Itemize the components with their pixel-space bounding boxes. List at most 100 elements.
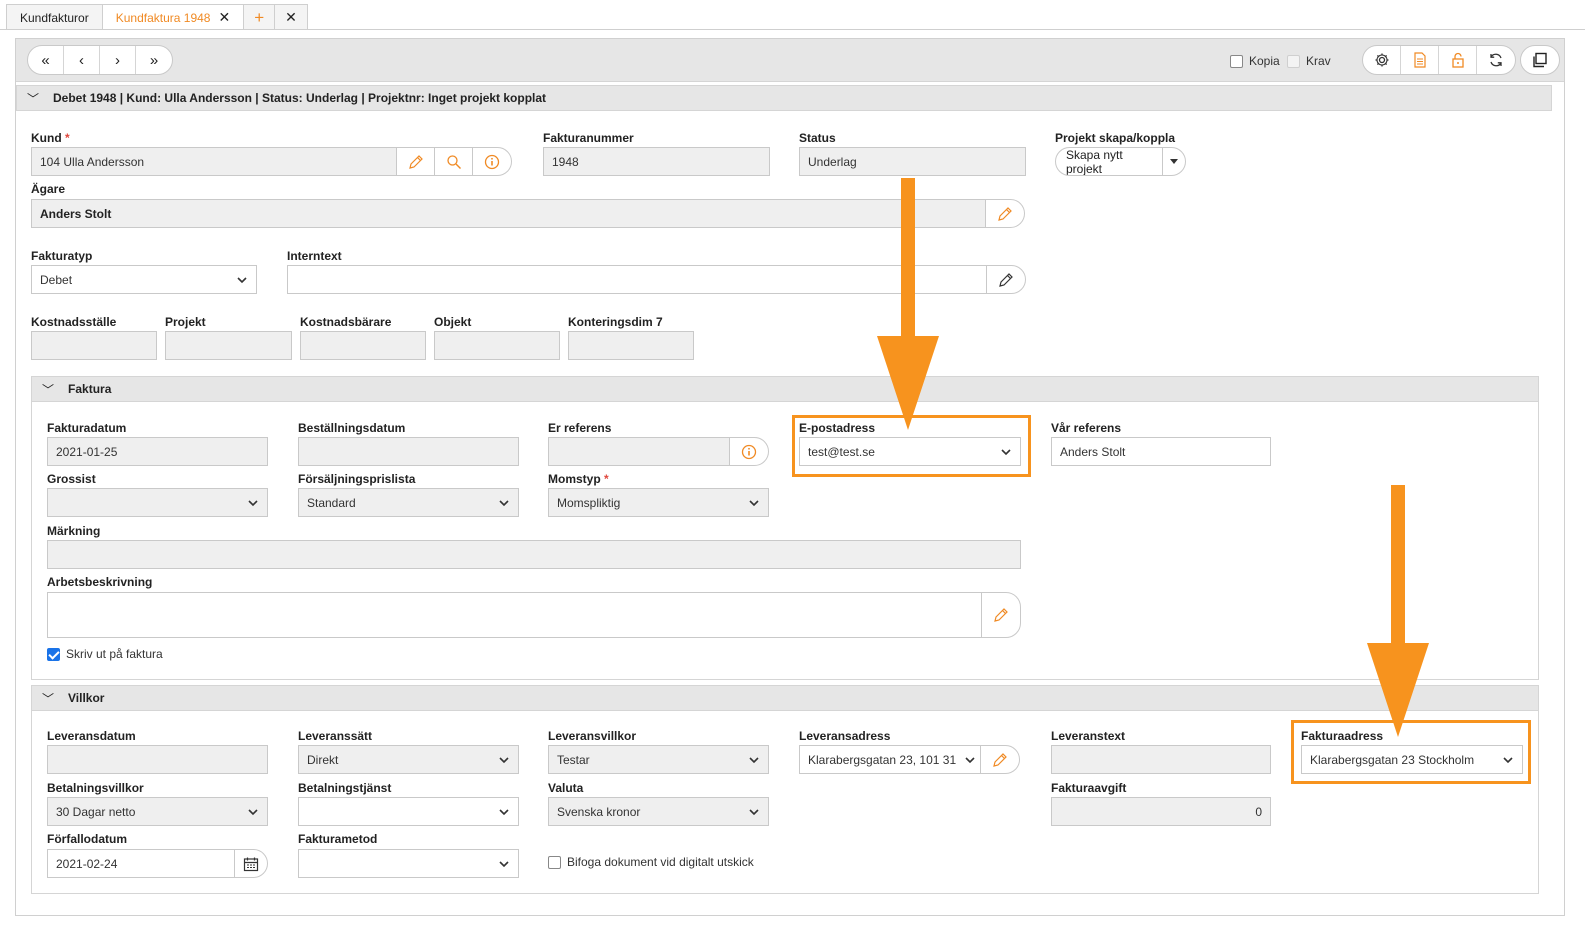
- leveransvillkor-value: Testar: [557, 752, 590, 767]
- betalningsvillkor-label: Betalningsvillkor: [47, 781, 144, 795]
- chevron-down-icon: [499, 500, 509, 507]
- leveranstext-field[interactable]: [1051, 745, 1271, 774]
- edit-arbetsbeskrivning-button[interactable]: [981, 592, 1021, 638]
- add-tab-button[interactable]: +: [243, 4, 276, 30]
- fakturadatum-field[interactable]: 2021-01-25: [47, 437, 268, 466]
- krav-checkbox[interactable]: Krav: [1287, 54, 1331, 68]
- header-title: Debet 1948 | Kund: Ulla Andersson | Stat…: [53, 91, 547, 105]
- momstyp-value: Momspliktig: [557, 495, 621, 510]
- konteringsdim-field[interactable]: [568, 331, 694, 360]
- edit-kund-button[interactable]: [396, 147, 435, 176]
- chevron-down-icon: [248, 500, 258, 507]
- document-icon[interactable]: [1401, 46, 1439, 74]
- fakturadatum-label: Fakturadatum: [47, 421, 127, 435]
- tab-kundfakturor[interactable]: Kundfakturor: [6, 4, 103, 30]
- skapa-nytt-projekt-button[interactable]: Skapa nytt projekt: [1056, 148, 1164, 175]
- fakturametod-select[interactable]: [298, 849, 519, 878]
- momstyp-select[interactable]: Momspliktig: [548, 488, 769, 517]
- info-icon: [484, 154, 500, 169]
- chevron-down-icon[interactable]: ﹀: [42, 690, 54, 707]
- faktura-section-title: Faktura: [68, 382, 112, 396]
- gear-icon[interactable]: [1363, 46, 1401, 74]
- kostnadsstalle-field[interactable]: [31, 331, 157, 360]
- checkbox-box[interactable]: [47, 647, 60, 661]
- bifoga-checkbox[interactable]: Bifoga dokument vid digitalt utskick: [548, 855, 754, 869]
- markning-field[interactable]: [47, 540, 1021, 569]
- checkbox-box[interactable]: [548, 855, 561, 869]
- edit-agare-button[interactable]: [985, 199, 1025, 228]
- kund-info-button[interactable]: [472, 147, 512, 176]
- epost-value: test@test.se: [808, 444, 875, 459]
- arbetsbeskrivning-textarea[interactable]: [47, 592, 982, 638]
- forfallodatum-field[interactable]: 2021-02-24: [47, 849, 235, 878]
- objekt-field[interactable]: [434, 331, 560, 360]
- epost-select[interactable]: test@test.se: [799, 437, 1021, 466]
- leveransvillkor-select[interactable]: Testar: [548, 745, 769, 774]
- checkbox-box[interactable]: [1230, 54, 1243, 68]
- fakturanummer-field[interactable]: 1948: [543, 147, 770, 176]
- betalningsvillkor-select[interactable]: 30 Dagar netto: [47, 797, 268, 826]
- chevron-down-icon: [499, 861, 509, 868]
- objekt-label: Objekt: [434, 315, 472, 329]
- bestallningsdatum-label: Beställningsdatum: [298, 421, 406, 435]
- close-tab-icon[interactable]: ✕: [218, 9, 230, 26]
- leveransadress-value: Klarabergsgatan 23, 101 31 Stockholm: [808, 752, 958, 767]
- markning-label: Märkning: [47, 524, 101, 538]
- kund-field[interactable]: 104 Ulla Andersson: [31, 147, 397, 176]
- tab-kundfaktura-1948[interactable]: Kundfaktura 1948 ✕: [101, 4, 245, 30]
- kopia-label: Kopia: [1249, 54, 1280, 68]
- copy-window-icon[interactable]: [1520, 45, 1560, 75]
- next-record-button[interactable]: ›: [100, 46, 136, 74]
- status-field[interactable]: Underlag: [799, 147, 1026, 176]
- kostnadsbarare-field[interactable]: [300, 331, 426, 360]
- chevron-down-icon[interactable]: ﹀: [27, 90, 39, 107]
- fakturaadress-select[interactable]: Klarabergsgatan 23 Stockholm: [1301, 745, 1523, 774]
- er-referens-info-button[interactable]: [729, 437, 769, 466]
- leveransadress-label: Leveransadress: [799, 729, 891, 743]
- checkbox-box[interactable]: [1287, 54, 1300, 68]
- toolbar: « ‹ › » Kopia Krav: [16, 39, 1564, 82]
- projekt-field[interactable]: [165, 331, 292, 360]
- fakturametod-label: Fakturametod: [298, 832, 378, 846]
- betalningstjanst-select[interactable]: [298, 797, 519, 826]
- agare-field[interactable]: Anders Stolt: [31, 199, 986, 228]
- chevron-down-icon: [749, 500, 759, 507]
- prislista-select[interactable]: Standard: [298, 488, 519, 517]
- valuta-select[interactable]: Svenska kronor: [548, 797, 769, 826]
- calendar-button[interactable]: [234, 849, 268, 878]
- edit-interntext-button[interactable]: [986, 265, 1026, 294]
- previous-record-button[interactable]: ‹: [64, 46, 100, 74]
- fakturatyp-select[interactable]: Debet: [31, 265, 257, 294]
- refresh-icon[interactable]: [1477, 46, 1515, 74]
- grossist-select[interactable]: [47, 488, 268, 517]
- bestallningsdatum-field[interactable]: [298, 437, 519, 466]
- kopia-checkbox[interactable]: Kopia: [1230, 54, 1280, 68]
- caret-down-icon[interactable]: [1163, 159, 1185, 164]
- leveransdatum-field[interactable]: [47, 745, 268, 774]
- leveranssatt-select[interactable]: Direkt: [298, 745, 519, 774]
- chevron-down-icon[interactable]: ﹀: [42, 381, 54, 398]
- leveransadress-select[interactable]: Klarabergsgatan 23, 101 31 Stockholm: [799, 745, 981, 774]
- forfallodatum-label: Förfallodatum: [47, 832, 127, 846]
- close-icon[interactable]: ✕: [274, 4, 308, 30]
- first-record-button[interactable]: «: [28, 46, 64, 74]
- fakturaavgift-label: Fakturaavgift: [1051, 781, 1127, 795]
- required-marker: *: [65, 131, 70, 145]
- villkor-section-title: Villkor: [68, 691, 105, 705]
- var-referens-field[interactable]: Anders Stolt: [1051, 437, 1271, 466]
- skriv-ut-checkbox[interactable]: Skriv ut på faktura: [47, 647, 163, 661]
- konteringsdim-label: Konteringsdim 7: [568, 315, 663, 329]
- search-kund-button[interactable]: [434, 147, 473, 176]
- lock-icon[interactable]: [1439, 46, 1477, 74]
- villkor-section-header[interactable]: ﹀ Villkor: [31, 685, 1539, 711]
- invoice-header[interactable]: ﹀ Debet 1948 | Kund: Ulla Andersson | St…: [16, 85, 1552, 111]
- chevron-down-icon: [499, 809, 509, 816]
- skapa-projekt-button-group: Skapa nytt projekt: [1055, 147, 1186, 176]
- momstyp-label: Momstyp *: [548, 472, 609, 486]
- faktura-section-header[interactable]: ﹀ Faktura: [31, 376, 1539, 402]
- fakturaavgift-field[interactable]: 0: [1051, 797, 1271, 826]
- er-referens-field[interactable]: [548, 437, 730, 466]
- edit-leveransadress-button[interactable]: [980, 745, 1020, 774]
- last-record-button[interactable]: »: [136, 46, 172, 74]
- info-icon: [741, 444, 757, 459]
